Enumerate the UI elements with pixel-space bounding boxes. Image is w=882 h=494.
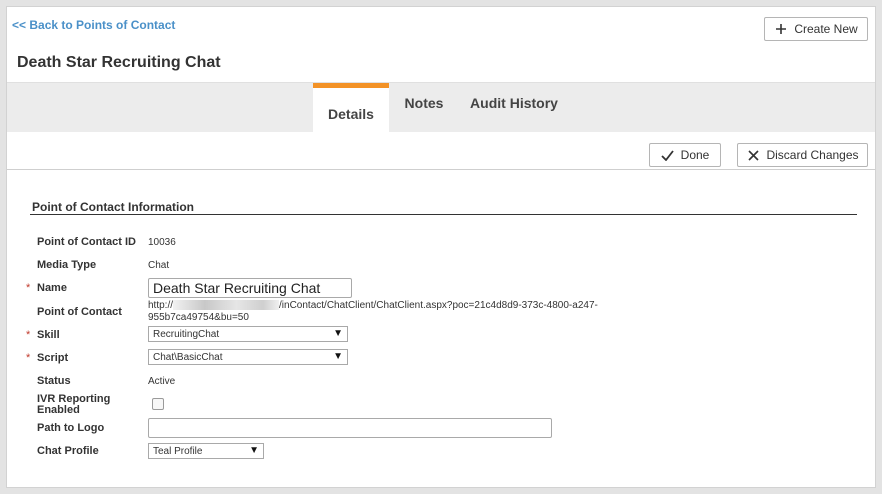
dropdown-arrow-icon: ▼: [333, 351, 343, 362]
skill-select[interactable]: RecruitingChat ▼: [148, 326, 348, 342]
done-label: Done: [680, 148, 710, 162]
back-to-points-of-contact-link[interactable]: << Back to Points of Contact: [12, 18, 175, 32]
path-to-logo-label: Path to Logo: [37, 422, 105, 434]
chat-profile-label: Chat Profile: [37, 445, 99, 457]
ivr-reporting-label-line2: Enabled: [37, 404, 80, 416]
discard-changes-label: Discard Changes: [766, 148, 859, 162]
path-to-logo-input[interactable]: [148, 418, 552, 438]
chat-profile-select[interactable]: Teal Profile ▼: [148, 443, 264, 459]
create-new-button[interactable]: Create New: [764, 17, 868, 41]
poc-url-prefix: http://: [148, 300, 174, 311]
name-required-marker: *: [26, 282, 31, 294]
app-frame: << Back to Points of Contact Create New …: [6, 6, 876, 488]
plus-icon: [774, 22, 788, 36]
skill-label: Skill: [37, 329, 60, 341]
tab-audit-history[interactable]: Audit History: [465, 83, 563, 133]
section-divider: [30, 214, 857, 215]
chat-profile-selected-value: Teal Profile: [153, 445, 203, 457]
done-button[interactable]: Done: [649, 143, 721, 167]
skill-selected-value: RecruitingChat: [153, 328, 220, 340]
ivr-reporting-label: IVR Reporting Enabled: [37, 394, 110, 416]
status-label: Status: [37, 375, 71, 387]
create-new-label: Create New: [794, 22, 858, 36]
tab-notes[interactable]: Notes: [395, 83, 453, 133]
media-type-value: Chat: [148, 260, 170, 271]
page-title: Death Star Recruiting Chat: [17, 54, 221, 71]
poc-url-path: /inContact/ChatClient/ChatClient.aspx?po…: [279, 300, 598, 311]
script-label: Script: [37, 352, 69, 364]
tab-bar: Details Notes Audit History: [7, 82, 875, 133]
redacted-host: [173, 300, 280, 311]
ivr-reporting-checkbox[interactable]: [152, 398, 164, 410]
script-required-marker: *: [26, 352, 31, 364]
script-selected-value: Chat\BasicChat: [153, 351, 223, 363]
point-of-contact-url: http:// /inContact/ChatClient/ChatClient.…: [148, 300, 658, 324]
poc-id-label: Point of Contact ID: [37, 236, 136, 248]
point-of-contact-label: Point of Contact: [37, 306, 122, 318]
skill-required-marker: *: [26, 329, 31, 341]
close-icon: [746, 148, 760, 162]
toolbar-divider: [7, 169, 875, 170]
media-type-label: Media Type: [37, 259, 97, 271]
poc-url-line2: 955b7ca49754&bu=50: [148, 312, 249, 323]
checkmark-icon: [661, 148, 675, 162]
discard-changes-button[interactable]: Discard Changes: [737, 143, 868, 167]
name-input[interactable]: [148, 278, 352, 298]
status-value: Active: [148, 376, 176, 387]
dropdown-arrow-icon: ▼: [333, 328, 343, 339]
dropdown-arrow-icon: ▼: [249, 445, 259, 456]
tab-details[interactable]: Details: [313, 83, 389, 133]
poc-id-value: 10036: [148, 237, 176, 248]
section-title: Point of Contact Information: [32, 200, 194, 214]
name-label: Name: [37, 282, 67, 294]
script-select[interactable]: Chat\BasicChat ▼: [148, 349, 348, 365]
